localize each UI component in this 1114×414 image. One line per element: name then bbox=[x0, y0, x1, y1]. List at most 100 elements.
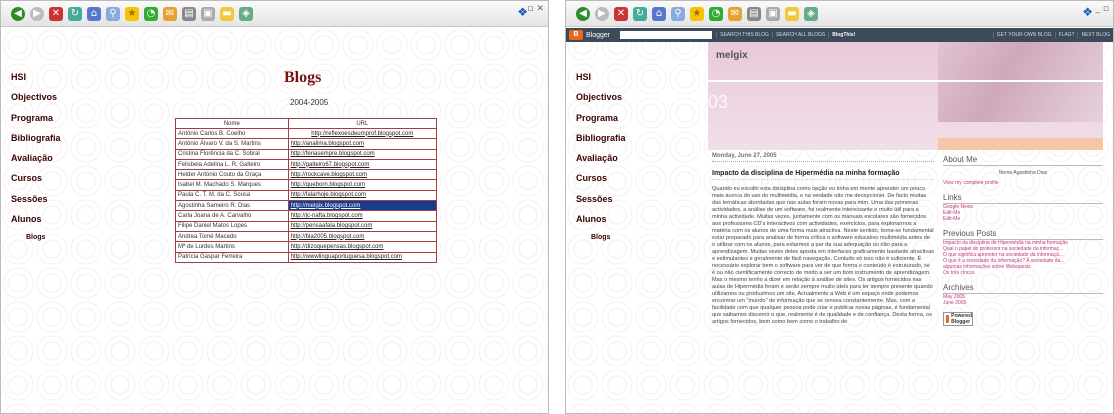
blog-link[interactable]: http://queborn.blogspot.com bbox=[287, 179, 438, 191]
student-name: Cristina Florência da C. Sobral bbox=[175, 148, 289, 160]
table-row: Cristina Florência da C. Sobral http://fe… bbox=[175, 148, 438, 160]
nav-item[interactable]: Sessões bbox=[11, 194, 61, 214]
edit-icon[interactable]: ▣ bbox=[201, 6, 215, 21]
blogger-badge-icon bbox=[946, 315, 950, 323]
previous-posts-heading: Previous Posts bbox=[943, 229, 1103, 240]
search-this-blog-button[interactable]: SEARCH THIS BLOG bbox=[716, 32, 772, 38]
blogs-table: Nome URL António Carlos B. Coelho http://… bbox=[175, 118, 438, 263]
folder-icon[interactable]: ▬ bbox=[220, 6, 234, 21]
mail-icon[interactable]: ✉ bbox=[728, 6, 742, 21]
nav-item[interactable]: Alunos bbox=[576, 214, 626, 234]
table-row: Carla Joana de A. Carvalho http://jc-naft… bbox=[175, 210, 438, 222]
stop-icon[interactable]: ✕ bbox=[614, 6, 628, 21]
post-date: Monday, June 27, 2005 bbox=[712, 153, 934, 162]
favorites-icon[interactable]: ★ bbox=[125, 6, 139, 21]
site-nav: HSI Objectivos Programa Bibliografia Ava… bbox=[576, 72, 626, 255]
nav-item[interactable]: Objectivos bbox=[576, 92, 626, 112]
mail-icon[interactable]: ✉ bbox=[163, 6, 177, 21]
next-blog-link[interactable]: NEXT BLOG bbox=[1077, 32, 1113, 38]
blog-link-selected[interactable]: http://melgix.blogspot.com bbox=[287, 200, 438, 212]
edit-icon[interactable]: ▣ bbox=[766, 6, 780, 21]
messenger-icon[interactable]: ◈ bbox=[804, 6, 818, 21]
stop-icon[interactable]: ✕ bbox=[49, 6, 63, 21]
blog-link[interactable]: http://falarhoje.blogspot.com bbox=[287, 189, 438, 202]
profile-link[interactable]: View my complete profile bbox=[943, 180, 1103, 186]
blog-link[interactable]: http://jc-nafta.blogspot.com bbox=[287, 210, 438, 222]
header-photo bbox=[938, 42, 1103, 122]
blog-search-input[interactable] bbox=[620, 31, 713, 39]
post-title[interactable]: Impacto da disciplina de Hipermédia na m… bbox=[712, 170, 934, 180]
nav-item[interactable]: Programa bbox=[11, 113, 61, 133]
blogger-brand[interactable]: Blogger bbox=[586, 32, 610, 39]
student-name: Patrícia Gaspar Ferreira bbox=[175, 251, 289, 263]
get-your-own-blog-link[interactable]: GET YOUR OWN BLOG bbox=[992, 32, 1055, 38]
history-icon[interactable]: ◔ bbox=[709, 6, 723, 21]
search-all-blogs-button[interactable]: SEARCH ALL BLOGS bbox=[771, 32, 828, 38]
blogger-logo-icon[interactable]: B bbox=[569, 30, 583, 40]
blog-link[interactable]: http://pensaafala.blogspot.com bbox=[287, 220, 438, 232]
history-icon[interactable]: ◔ bbox=[144, 6, 158, 21]
blog-link[interactable]: http://reflexoesdeumprof.blogspot.com bbox=[287, 127, 438, 140]
nav-item[interactable]: Avaliação bbox=[11, 153, 61, 173]
nav-item[interactable]: Bibliografia bbox=[11, 133, 61, 153]
student-name: Mª de Lurdes Martins bbox=[175, 241, 289, 253]
table-row: Andrea Tomé Macedo http://bla2005.blogspo… bbox=[175, 230, 438, 243]
student-name: Filipe Daniel Matos Lopes bbox=[175, 220, 289, 232]
nav-item[interactable]: Programa bbox=[576, 113, 626, 133]
student-name: Paula C. T. M. da C. Sousa bbox=[175, 189, 289, 202]
nav-sub-item[interactable]: Blogs bbox=[11, 234, 61, 254]
page-content: B Blogger SEARCH THIS BLOG SEARCH ALL BL… bbox=[566, 28, 1113, 413]
window-controls[interactable]: _ ▫ ✕ bbox=[520, 4, 544, 14]
blog-link[interactable]: http://analima.blogspot.com bbox=[287, 138, 438, 150]
nav-sub-item[interactable]: Blogs bbox=[576, 234, 626, 254]
blog-link[interactable]: http://rockcave.blogspot.com bbox=[287, 169, 438, 181]
nav-item[interactable]: Sessões bbox=[576, 194, 626, 214]
blog-link[interactable]: http://bla2005.blogspot.com bbox=[287, 230, 438, 243]
table-row: António Carlos B. Coelho http://reflexoes… bbox=[175, 127, 438, 140]
nav-item[interactable]: Bibliografia bbox=[576, 133, 626, 153]
print-icon[interactable]: ▤ bbox=[182, 6, 196, 21]
window-controls[interactable]: _ ▫ bbox=[1096, 4, 1109, 14]
column-header-url: URL bbox=[287, 118, 438, 129]
nav-item[interactable]: Objectivos bbox=[11, 92, 61, 112]
nav-item[interactable]: HSI bbox=[576, 72, 626, 92]
blog-sidebar: About Me Nome:Agostinha Dias View my com… bbox=[943, 148, 1103, 326]
forward-icon[interactable]: ▶ bbox=[595, 6, 609, 21]
back-icon[interactable]: ◀ bbox=[11, 6, 25, 21]
home-icon[interactable]: ⌂ bbox=[652, 6, 666, 21]
table-row: Filipe Daniel Matos Lopes http://pensaafa… bbox=[175, 220, 438, 232]
print-icon[interactable]: ▤ bbox=[747, 6, 761, 21]
table-row: Agostinha Sameiro R. Dias http://melgix.b… bbox=[175, 200, 438, 212]
flag-link[interactable]: FLAG? bbox=[1054, 32, 1078, 38]
nav-item[interactable]: Avaliação bbox=[576, 153, 626, 173]
nav-item[interactable]: Cursos bbox=[11, 173, 61, 193]
favorites-icon[interactable]: ★ bbox=[690, 6, 704, 21]
home-icon[interactable]: ⌂ bbox=[87, 6, 101, 21]
archive-link[interactable]: June 2005 bbox=[943, 300, 1103, 306]
table-row: Helder António Couto da Graça http://rock… bbox=[175, 169, 438, 181]
search-icon[interactable]: ⚲ bbox=[106, 6, 120, 21]
previous-post-link[interactable]: Os três cincos bbox=[943, 270, 1103, 276]
blogthis-link[interactable]: BlogThis! bbox=[828, 32, 858, 38]
student-name: Felisbela Adelina L. R. Galteiro bbox=[175, 158, 289, 171]
refresh-icon[interactable]: ↻ bbox=[633, 6, 647, 21]
table-row: Isabel M. Machado S. Marques http://quebo… bbox=[175, 179, 438, 191]
blog-link[interactable]: http://galteiro67.blogspot.com bbox=[287, 158, 438, 171]
messenger-icon[interactable]: ◈ bbox=[239, 6, 253, 21]
back-icon[interactable]: ◀ bbox=[576, 6, 590, 21]
blog-title[interactable]: melgix bbox=[716, 50, 748, 61]
student-name: Isabel M. Machado S. Marques bbox=[175, 179, 289, 191]
forward-icon[interactable]: ▶ bbox=[30, 6, 44, 21]
nav-item[interactable]: Cursos bbox=[576, 173, 626, 193]
browser-toolbar: ◀ ▶ ✕ ↻ ⌂ ⚲ ★ ◔ ✉ ▤ ▣ ▬ ◈ ❖ _ ▫ bbox=[566, 1, 1113, 27]
refresh-icon[interactable]: ↻ bbox=[68, 6, 82, 21]
nav-item[interactable]: HSI bbox=[11, 72, 61, 92]
blog-link[interactable]: http://wwwlinguaportuguesa.blogspot.com bbox=[287, 251, 438, 263]
folder-icon[interactable]: ▬ bbox=[785, 6, 799, 21]
search-icon[interactable]: ⚲ bbox=[671, 6, 685, 21]
sidebar-link[interactable]: Edit-Me bbox=[943, 216, 1103, 222]
powered-by-blogger-badge[interactable]: Powered Blogger bbox=[943, 312, 973, 326]
blog-link[interactable]: http://dizoquepensas.blogspot.com bbox=[287, 241, 438, 253]
nav-item[interactable]: Alunos bbox=[11, 214, 61, 234]
blog-link[interactable]: http://feriasempre.blogspot.com bbox=[287, 148, 438, 160]
